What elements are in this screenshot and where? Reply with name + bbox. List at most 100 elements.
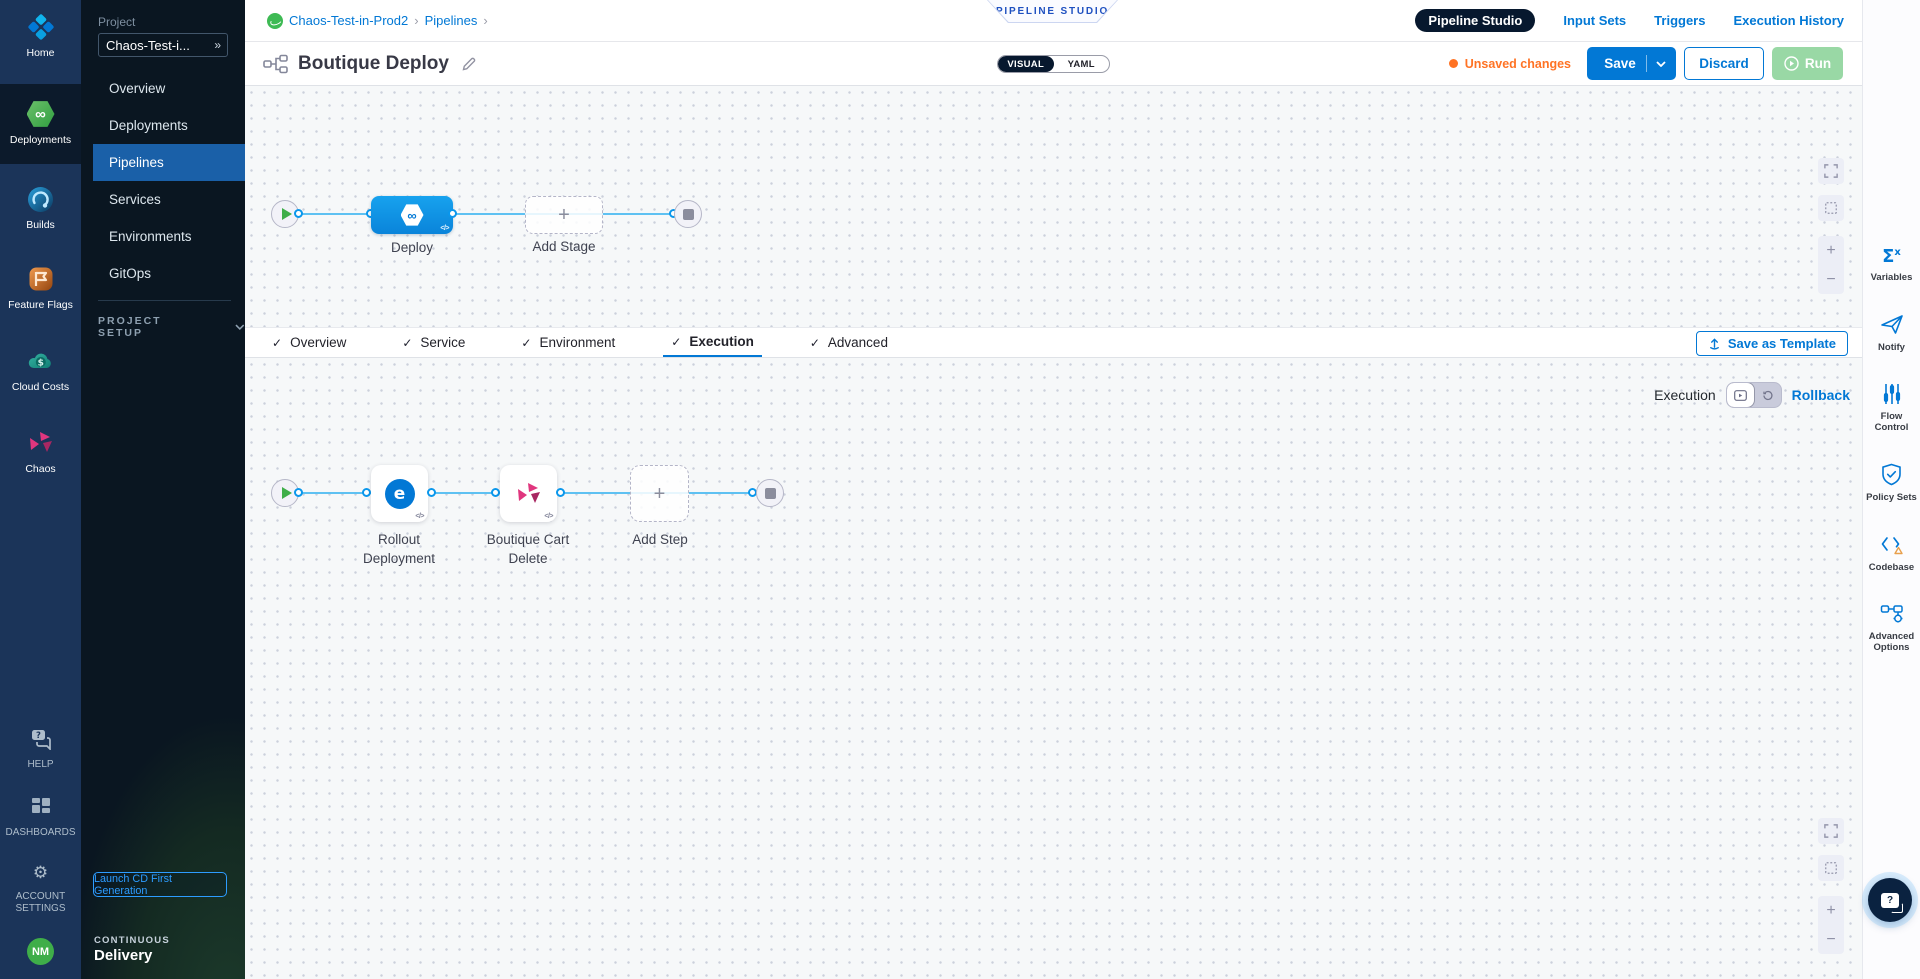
rail-item-policy-sets[interactable]: Policy Sets [1865,463,1919,504]
rail-item-notify[interactable]: Notify [1865,314,1919,354]
fit-selection-icon [1824,861,1838,875]
tab-service[interactable]: ✓Service [394,328,473,357]
codebase-icon [1880,534,1904,556]
sidebar-item-feature-flags[interactable]: Feature Flags [0,264,81,311]
connector-dot [362,488,371,497]
rail-item-advanced-options[interactable]: Advanced Options [1865,603,1919,653]
save-button[interactable]: Save [1587,47,1676,80]
add-stage-button[interactable]: + [525,196,603,234]
tab-execution[interactable]: ✓Execution [663,328,762,357]
tab-pipeline-studio[interactable]: Pipeline Studio [1415,9,1535,32]
rail-item-variables[interactable]: Σx Variables [1865,244,1919,284]
tab-overview[interactable]: ✓Overview [264,328,354,357]
header-tabs: Pipeline Studio Input Sets Triggers Exec… [1415,9,1844,32]
canvas-fullscreen-button[interactable] [1818,818,1844,844]
fullscreen-icon [1824,164,1838,178]
module-name: Delivery [94,947,170,964]
help-chat-fab[interactable]: ? [1868,878,1912,922]
step-node-rollout-deployment[interactable]: e </> [371,465,428,522]
canvas-zoom-panel: + − [1818,236,1844,294]
sidebar-item-home[interactable]: Home [0,12,81,59]
zoom-in-button[interactable]: + [1818,896,1844,925]
breadcrumb-project-link[interactable]: Chaos-Test-in-Prod2 [289,13,408,28]
edit-pencil-icon[interactable] [461,56,477,72]
execution-end-node[interactable] [756,479,784,507]
rollback-link[interactable]: Rollback [1792,387,1850,403]
discard-button[interactable]: Discard [1684,47,1764,80]
sidebar-item-chaos[interactable]: Chaos [0,428,81,475]
visual-yaml-toggle[interactable]: VISUAL YAML [997,55,1110,73]
zoom-in-button[interactable]: + [1818,236,1844,265]
toggle-visual[interactable]: VISUAL [998,56,1054,72]
sidebar-item-label: HELP [0,759,81,771]
sidebar-item-deployments[interactable]: ∞ Deployments [0,84,81,164]
sidebar-item-builds[interactable]: Builds [0,184,81,231]
sidebar-item-account-settings[interactable]: ⚙ ACCOUNT SETTINGS [0,858,81,915]
check-icon: ✓ [810,336,820,350]
step-name-label: Rollout Deployment [349,530,449,568]
home-icon [0,12,81,42]
zoom-out-button[interactable]: − [1818,925,1844,954]
rail-item-flow-control[interactable]: Flow Control [1865,383,1919,433]
step-node-boutique-cart-delete[interactable]: </> [500,465,557,522]
run-button[interactable]: Run [1772,47,1843,80]
canvas-fit-button[interactable] [1818,855,1844,881]
pipeline-end-node[interactable] [674,200,702,228]
menu-item-pipelines[interactable]: Pipelines [93,144,245,181]
launch-cd-first-gen-button[interactable]: Launch CD First Generation [93,872,227,897]
avatar[interactable]: NM [27,938,54,965]
tab-advanced[interactable]: ✓Advanced [802,328,896,357]
rail-item-codebase[interactable]: Codebase [1865,534,1919,574]
dashboards-icon [0,792,81,822]
execution-view-icon [1734,390,1747,401]
rolling-deployment-icon: e [385,479,415,509]
user-avatar-item[interactable]: NM [0,938,81,965]
help-icon: ? [0,724,81,754]
pipeline-studio-app: Home ∞ Deployments Builds Feature Flags … [0,0,1920,979]
project-selector[interactable]: Chaos-Test-i... » [98,33,228,57]
tab-triggers[interactable]: Triggers [1654,13,1705,28]
check-icon: ✓ [521,336,531,350]
tab-input-sets[interactable]: Input Sets [1563,13,1626,28]
toggle-yaml[interactable]: YAML [1054,56,1110,72]
add-step-button[interactable]: + [630,465,689,522]
svg-text:$: $ [37,358,43,368]
sidebar-item-cloud-costs[interactable]: $ Cloud Costs [0,346,81,393]
project-selector-value: Chaos-Test-i... [106,38,214,53]
expand-chevrons-icon[interactable]: » [214,38,220,52]
sidebar-item-help[interactable]: ? HELP [0,724,81,771]
sidebar-item-label: Builds [0,219,81,231]
connector-dot [294,209,303,218]
menu-item-environments[interactable]: Environments [81,218,245,255]
execution-graph-canvas[interactable]: Execution Rollback e </> [245,358,1862,979]
stage-config-tabs: ✓Overview ✓Service ✓Environment ✓Executi… [245,327,1862,358]
menu-item-gitops[interactable]: GitOps [81,255,245,292]
project-setup-section[interactable]: PROJECT SETUP [98,315,245,339]
breadcrumb-pipelines-link[interactable]: Pipelines [425,13,478,28]
canvas-fullscreen-button[interactable] [1818,158,1844,184]
canvas-zoom-panel: + − [1818,896,1844,954]
menu-item-services[interactable]: Services [81,181,245,218]
stage-graph-canvas[interactable]: ∞ </> + Deploy Add Stage + − [245,86,1862,327]
canvas-fit-button[interactable] [1818,195,1844,221]
harness-logo-icon [267,13,283,29]
connector-dot [556,488,565,497]
stage-node-deploy[interactable]: ∞ </> [371,196,453,234]
gear-icon: ⚙ [0,858,81,888]
execution-mode-button[interactable] [1727,383,1754,407]
rollback-mode-button[interactable] [1754,383,1781,407]
save-dropdown-chevron-icon[interactable] [1647,61,1675,67]
zoom-out-button[interactable]: − [1818,265,1844,294]
menu-item-deployments[interactable]: Deployments [81,107,245,144]
fit-selection-icon [1824,201,1838,215]
sidebar-item-dashboards[interactable]: DASHBOARDS [0,792,81,839]
check-icon: ✓ [402,336,412,350]
page-title: Boutique Deploy [298,53,449,75]
tab-environment[interactable]: ✓Environment [513,328,623,357]
menu-item-overview[interactable]: Overview [81,70,245,107]
execution-rollback-toggle[interactable] [1726,382,1782,408]
breadcrumb-row: Chaos-Test-in-Prod2 › Pipelines › PIPELI… [245,0,1862,42]
tab-execution-history[interactable]: Execution History [1733,13,1844,28]
save-as-template-button[interactable]: Save as Template [1696,331,1848,356]
start-play-icon [282,487,292,499]
